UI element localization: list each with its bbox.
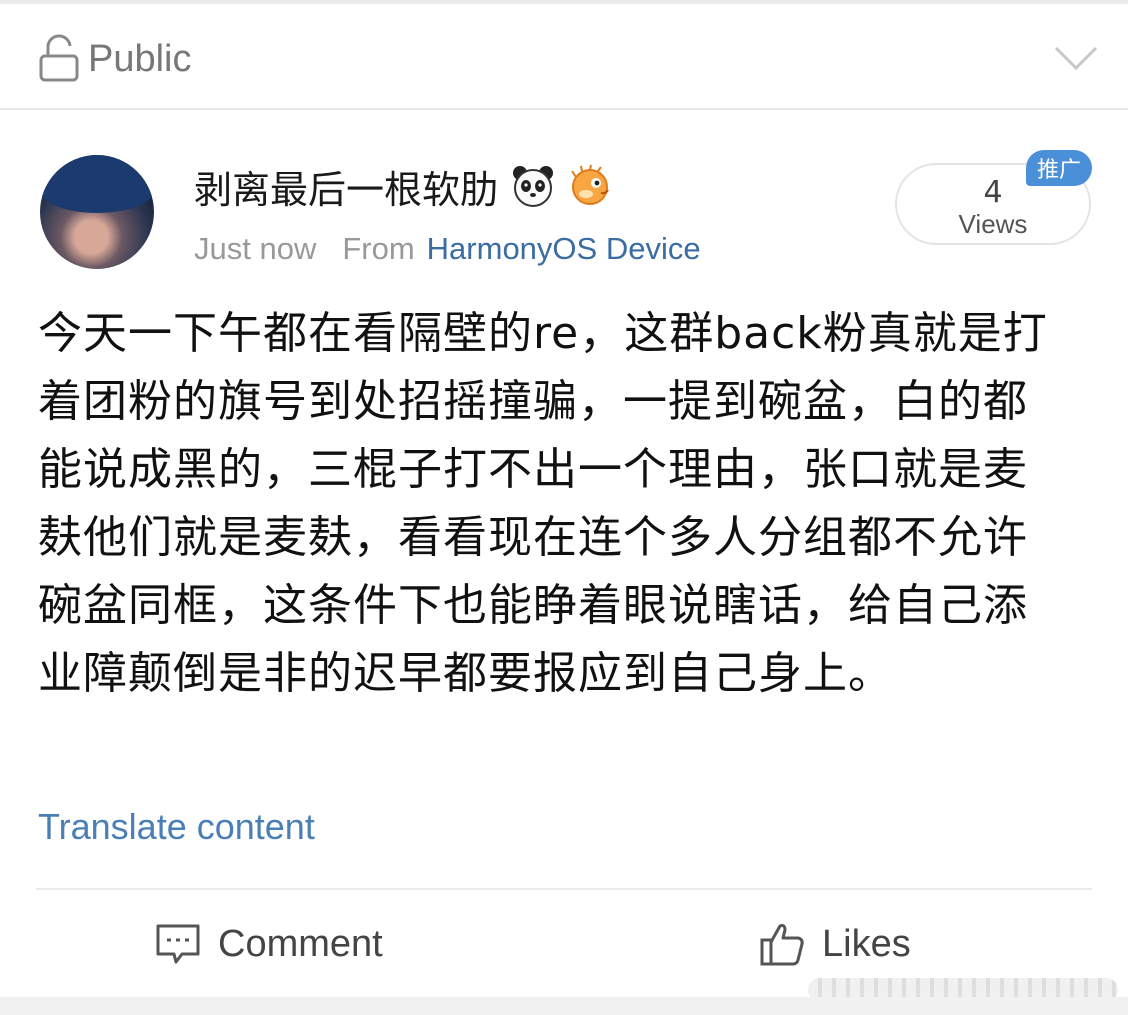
post-body: 今天一下午都在看隔壁的re，这群back粉真就是打着团粉的旗号到处招摇撞骗，一提…: [38, 308, 1048, 699]
username[interactable]: 剥离最后一根软肋: [194, 159, 498, 214]
comment-label: Comment: [218, 922, 383, 965]
from-label: From: [342, 231, 415, 266]
translate-link[interactable]: Translate content: [38, 806, 315, 848]
post-meta: Just now From HarmonyOS Device: [194, 228, 701, 270]
bottom-strip: [0, 997, 1128, 1015]
chevron-down-icon[interactable]: [1052, 40, 1100, 76]
likes-label: Likes: [822, 922, 911, 965]
comment-icon: [156, 924, 200, 964]
pufferfish-icon: [571, 164, 609, 205]
likes-button[interactable]: Likes: [758, 916, 911, 972]
source-link[interactable]: HarmonyOS Device: [427, 231, 701, 267]
views-label: Views: [958, 209, 1028, 239]
visibility-label: Public: [88, 37, 192, 80]
avatar[interactable]: [40, 155, 154, 269]
lock-icon: [39, 34, 79, 82]
thumbs-up-icon: [760, 924, 804, 966]
panda-icon: [513, 166, 554, 207]
visibility-header[interactable]: Public: [0, 4, 1128, 110]
username-row: 剥离最后一根软肋: [194, 160, 614, 212]
promote-badge[interactable]: 推广: [1026, 150, 1092, 186]
comment-button[interactable]: Comment: [154, 916, 383, 972]
visibility-selector[interactable]: Public: [38, 34, 192, 84]
divider: [36, 888, 1092, 890]
timestamp: Just now: [194, 231, 317, 266]
